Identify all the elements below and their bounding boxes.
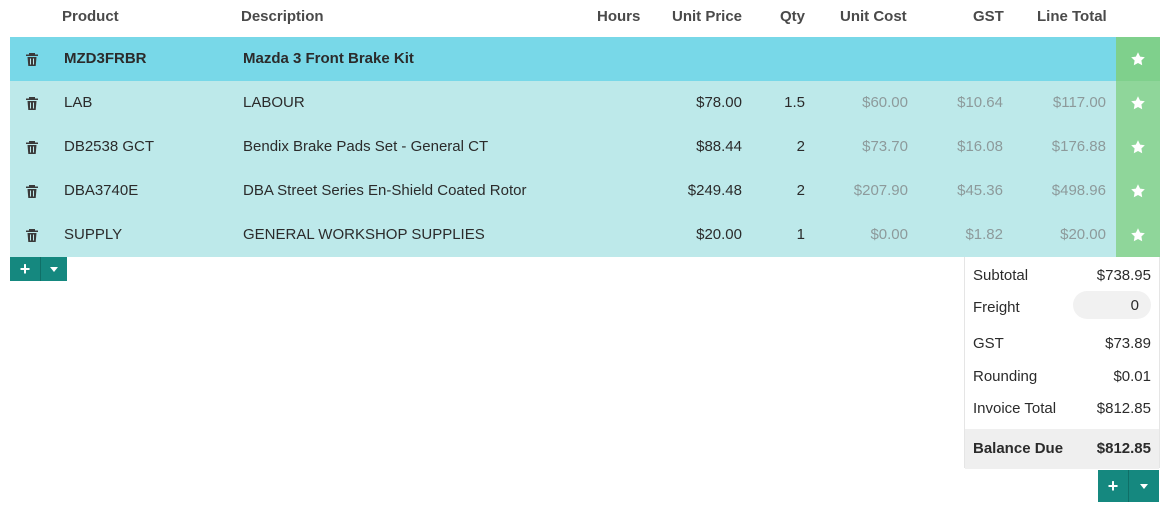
line-total: $176.88: [1051, 138, 1106, 155]
favorite-button[interactable]: [1116, 213, 1160, 257]
line-product[interactable]: SUPPLY: [64, 213, 122, 257]
col-unit-cost: Unit Cost: [840, 8, 907, 25]
table-header: Product Description Hours Unit Price Qty…: [10, 0, 1160, 36]
star-icon: [1131, 184, 1145, 198]
table-row[interactable]: DBA3740E DBA Street Series En-Shield Coa…: [10, 169, 1160, 213]
favorite-button[interactable]: [1116, 169, 1160, 213]
line-total: $498.96: [1051, 182, 1106, 199]
line-qty[interactable]: 1: [797, 213, 805, 257]
col-line-total: Line Total: [1037, 8, 1107, 25]
col-hours: Hours: [597, 8, 641, 25]
line-total: $20.00: [1060, 226, 1106, 243]
invoice-total-label: Invoice Total: [973, 400, 1057, 417]
caret-down-icon: [1140, 483, 1148, 489]
line-description[interactable]: Bendix Brake Pads Set - General CT: [243, 125, 488, 169]
col-unit-price: Unit Price: [672, 8, 743, 25]
line-unit-cost: $207.90: [853, 182, 908, 199]
line-qty[interactable]: 2: [797, 169, 805, 213]
col-qty: Qty: [780, 8, 806, 25]
balance-due-value: $812.85: [1096, 440, 1151, 457]
rounding-label: Rounding: [973, 368, 1038, 385]
balance-due-label: Balance Due: [973, 440, 1064, 457]
line-product[interactable]: DB2538 GCT: [64, 125, 154, 169]
subtotal-value: $738.95: [1096, 267, 1151, 284]
gst-label: GST: [973, 335, 1004, 352]
favorite-button[interactable]: [1116, 125, 1160, 169]
add-payment-button[interactable]: +: [1098, 470, 1128, 502]
star-icon: [1131, 228, 1145, 242]
line-unit-price[interactable]: $20.00: [696, 213, 742, 257]
col-description: Description: [241, 8, 324, 25]
line-unit-cost: $73.70: [862, 138, 908, 155]
kit-product: MZD3FRBR: [64, 50, 147, 67]
favorite-button[interactable]: [1116, 81, 1160, 125]
add-payment-dropdown[interactable]: [1128, 470, 1159, 502]
col-product: Product: [62, 8, 119, 25]
table-row[interactable]: SUPPLY GENERAL WORKSHOP SUPPLIES $20.00 …: [10, 213, 1160, 257]
line-unit-price[interactable]: $78.00: [696, 81, 742, 125]
add-line-button[interactable]: +: [10, 257, 40, 281]
trash-icon[interactable]: [24, 183, 40, 199]
rounding-value: $0.01: [1113, 368, 1151, 385]
trash-icon[interactable]: [24, 51, 40, 67]
line-unit-cost: $60.00: [862, 94, 908, 111]
star-icon: [1131, 52, 1145, 66]
freight-input[interactable]: [1073, 291, 1151, 319]
trash-icon[interactable]: [24, 227, 40, 243]
totals-panel: Subtotal $738.95 Freight GST $73.89 Roun…: [964, 257, 1160, 469]
line-total: $117.00: [1052, 94, 1106, 111]
add-payment-button-group[interactable]: +: [1098, 470, 1159, 502]
subtotal-label: Subtotal: [973, 267, 1029, 284]
line-description[interactable]: LABOUR: [243, 81, 305, 125]
line-qty[interactable]: 2: [797, 125, 805, 169]
col-gst: GST: [973, 8, 1004, 25]
line-qty[interactable]: 1.5: [784, 81, 805, 125]
caret-down-icon: [50, 266, 58, 272]
table-row[interactable]: DB2538 GCT Bendix Brake Pads Set - Gener…: [10, 125, 1160, 169]
favorite-button[interactable]: [1116, 37, 1160, 81]
invoice-total-value: $812.85: [1096, 400, 1151, 417]
line-gst: $10.64: [957, 94, 1003, 111]
line-items-table: MZD3FRBR Mazda 3 Front Brake Kit LAB LAB…: [10, 37, 1160, 257]
star-icon: [1131, 96, 1145, 110]
balance-due-row: Balance Due $812.85: [965, 429, 1159, 469]
freight-label: Freight: [973, 299, 1020, 316]
gst-value: $73.89: [1105, 335, 1151, 352]
trash-icon[interactable]: [24, 139, 40, 155]
line-product[interactable]: LAB: [64, 81, 92, 125]
line-unit-price[interactable]: $249.48: [688, 169, 742, 213]
line-description[interactable]: DBA Street Series En-Shield Coated Rotor: [243, 169, 526, 213]
trash-icon[interactable]: [24, 95, 40, 111]
line-gst: $45.36: [957, 182, 1003, 199]
line-product[interactable]: DBA3740E: [64, 169, 138, 213]
line-gst: $1.82: [965, 226, 1003, 243]
line-unit-cost: $0.00: [870, 226, 908, 243]
add-line-button-group[interactable]: +: [10, 257, 67, 281]
line-unit-price[interactable]: $88.44: [696, 125, 742, 169]
kit-description: Mazda 3 Front Brake Kit: [243, 50, 414, 67]
star-icon: [1131, 140, 1145, 154]
kit-row[interactable]: MZD3FRBR Mazda 3 Front Brake Kit: [10, 37, 1160, 81]
line-gst: $16.08: [957, 138, 1003, 155]
add-line-dropdown[interactable]: [40, 257, 67, 281]
table-row[interactable]: LAB LABOUR $78.00 1.5 $60.00 $10.64 $117…: [10, 81, 1160, 125]
line-description[interactable]: GENERAL WORKSHOP SUPPLIES: [243, 213, 485, 257]
